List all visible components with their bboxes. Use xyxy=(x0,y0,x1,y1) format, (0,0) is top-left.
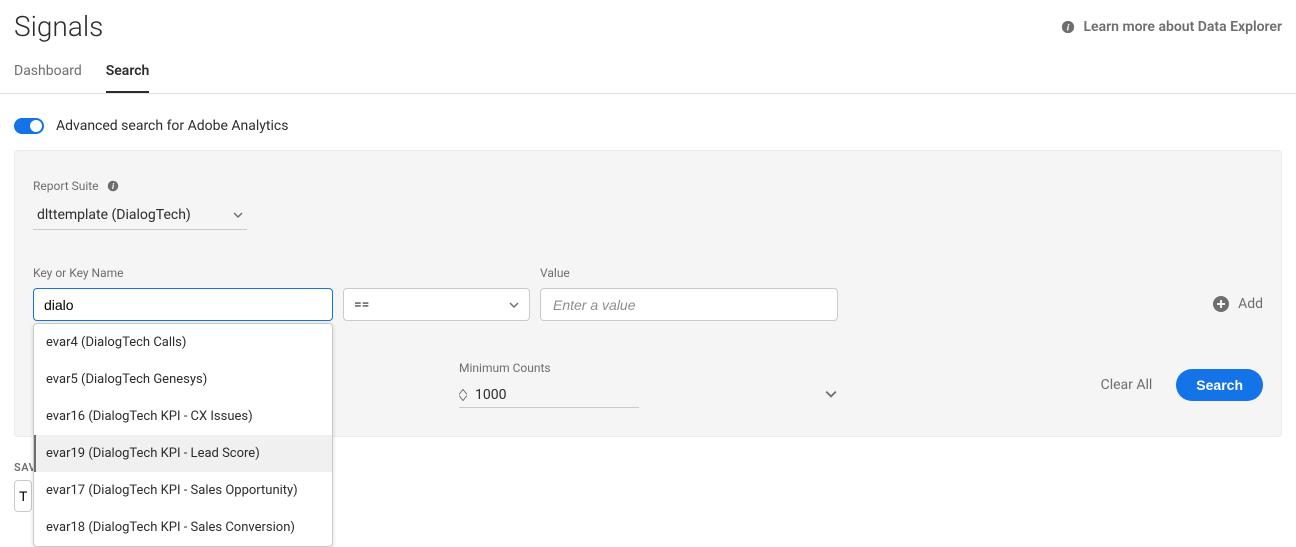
key-input[interactable] xyxy=(33,288,333,321)
add-button[interactable]: Add xyxy=(1212,295,1263,313)
chevron-down-icon xyxy=(509,300,519,310)
dropdown-item[interactable]: evar4 (DialogTech Calls) xyxy=(34,324,332,361)
report-suite-select[interactable]: dlttemplate (DialogTech) xyxy=(33,201,247,230)
svg-text:i: i xyxy=(1067,22,1070,33)
min-counts-label: Minimum Counts xyxy=(459,361,639,375)
page-title: Signals xyxy=(14,10,103,43)
report-suite-value: dlttemplate (DialogTech) xyxy=(37,207,191,223)
info-icon[interactable]: i xyxy=(107,180,119,192)
save-name-input[interactable] xyxy=(14,480,32,512)
min-counts-input[interactable]: 1000 xyxy=(459,383,639,408)
dropdown-item[interactable]: evar17 (DialogTech KPI - Sales Opportuni… xyxy=(34,472,332,509)
min-counts-value: 1000 xyxy=(475,387,506,403)
dropdown-item[interactable]: evar16 (DialogTech KPI - CX Issues) xyxy=(34,398,332,435)
key-label: Key or Key Name xyxy=(33,266,333,280)
operator-select[interactable]: == xyxy=(343,288,530,321)
learn-more-text: Learn more about Data Explorer xyxy=(1083,19,1282,35)
tabs: Dashboard Search xyxy=(0,43,1296,94)
learn-more-link[interactable]: i Learn more about Data Explorer xyxy=(1061,19,1282,35)
info-icon: i xyxy=(1061,20,1075,34)
dropdown-item[interactable]: evar18 (DialogTech KPI - Sales Conversio… xyxy=(34,509,332,546)
operator-value: == xyxy=(354,297,369,313)
value-label: Value xyxy=(540,266,838,280)
add-label: Add xyxy=(1238,296,1263,312)
stepper-icon[interactable] xyxy=(459,389,467,401)
tab-dashboard[interactable]: Dashboard xyxy=(14,63,82,93)
dropdown-item[interactable]: evar5 (DialogTech Genesys) xyxy=(34,361,332,398)
advanced-search-toggle[interactable] xyxy=(14,118,44,134)
chevron-down-icon xyxy=(233,210,243,220)
report-suite-label: Report Suite xyxy=(33,179,99,193)
advanced-search-label: Advanced search for Adobe Analytics xyxy=(56,118,288,134)
key-autocomplete-dropdown: evar4 (DialogTech Calls) evar5 (DialogTe… xyxy=(33,323,333,547)
tab-search[interactable]: Search xyxy=(106,63,150,93)
search-button[interactable]: Search xyxy=(1176,369,1263,401)
plus-circle-icon xyxy=(1212,295,1230,313)
value-input[interactable] xyxy=(540,288,838,321)
chevron-down-icon xyxy=(459,395,467,401)
clear-all-button[interactable]: Clear All xyxy=(1101,377,1153,393)
chevron-down-icon[interactable] xyxy=(825,388,837,400)
search-panel: Report Suite i dlttemplate (DialogTech) … xyxy=(14,150,1282,437)
dropdown-item[interactable]: evar19 (DialogTech KPI - Lead Score) xyxy=(34,435,332,472)
